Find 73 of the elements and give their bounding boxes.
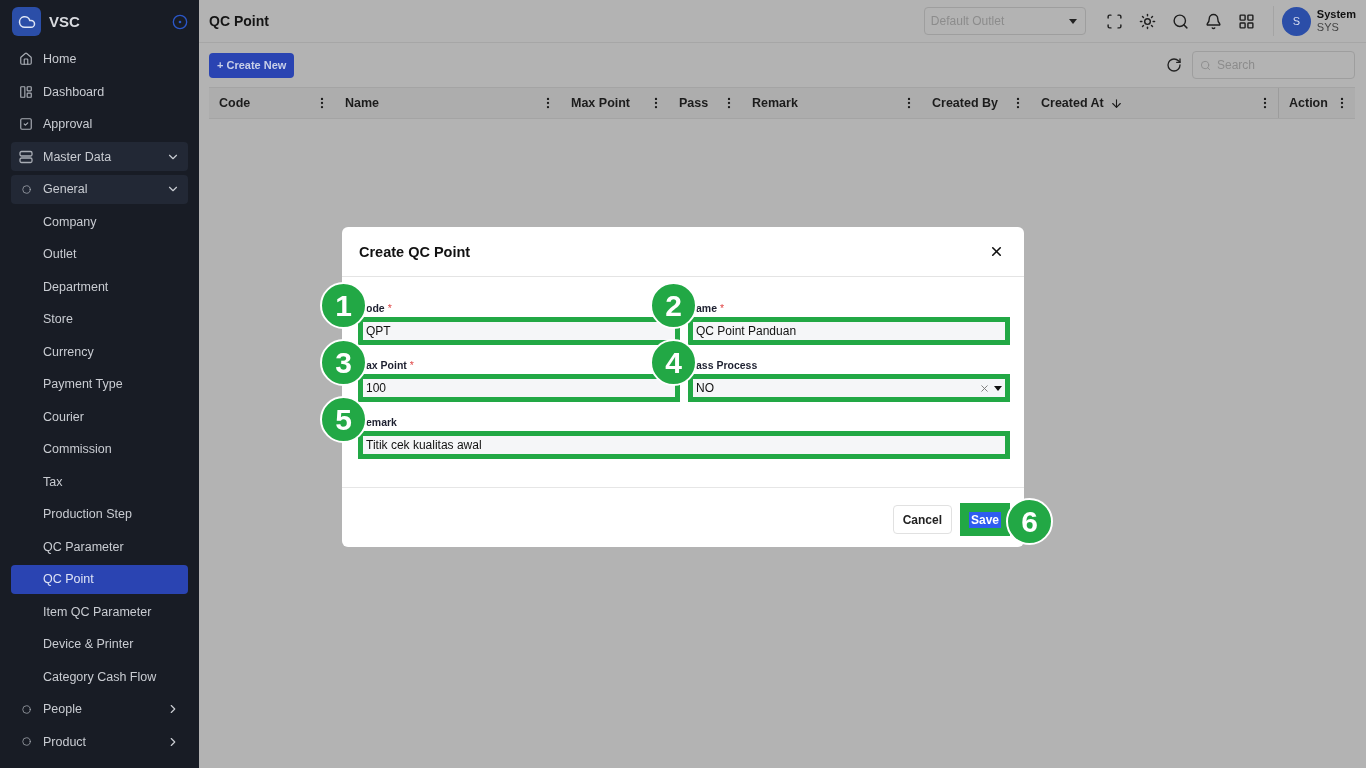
nav-item[interactable]: Dashboard xyxy=(11,77,188,107)
nav-item[interactable]: Commission xyxy=(11,434,188,464)
refresh-icon[interactable] xyxy=(1166,57,1182,73)
nav-item[interactable]: QC Parameter xyxy=(11,532,188,562)
server-icon xyxy=(19,149,33,164)
nav-item[interactable]: Payment Type xyxy=(11,369,188,399)
circle-icon xyxy=(21,704,31,714)
cancel-button[interactable]: Cancel xyxy=(892,505,952,534)
user-name: System xyxy=(1316,8,1356,21)
nav-item[interactable]: Device & Printer xyxy=(11,629,188,659)
sun-icon[interactable] xyxy=(1138,12,1156,30)
input-field[interactable]: 100 xyxy=(358,374,680,402)
dropdown-field[interactable]: NO xyxy=(688,374,1010,402)
user-avatar[interactable]: S xyxy=(1281,6,1311,36)
column-header[interactable]: Name xyxy=(345,96,535,110)
nav-group[interactable]: People xyxy=(11,694,188,724)
nav-item[interactable]: Category Cash Flow xyxy=(11,662,188,692)
page-title: QC Point xyxy=(209,13,270,29)
nav-icon xyxy=(19,52,33,67)
nav-group[interactable]: Product xyxy=(11,727,188,757)
column-header[interactable]: Created At xyxy=(1041,96,1252,110)
cloud-logo-icon xyxy=(12,7,41,36)
column-header[interactable]: Created By xyxy=(932,96,1005,110)
input-field[interactable]: Titik cek kualitas awal xyxy=(358,431,1010,459)
nav-item[interactable]: QC Point xyxy=(11,564,188,594)
save-button[interactable]: Save xyxy=(960,503,1010,536)
nav-item[interactable]: Home xyxy=(11,44,188,74)
column-header[interactable]: Code xyxy=(219,96,309,110)
close-icon[interactable] xyxy=(989,244,1004,259)
column-header[interactable]: Max Point xyxy=(571,96,643,110)
nav-item[interactable]: Tax xyxy=(11,467,188,497)
field-label: ax Point xyxy=(366,359,407,371)
nav-item[interactable]: Outlet xyxy=(11,239,188,269)
caret-icon xyxy=(994,385,1002,391)
dialog-title: Create QC Point xyxy=(359,243,471,260)
nav-item[interactable]: Company xyxy=(11,207,188,237)
nav-item[interactable]: Department xyxy=(11,272,188,302)
radio-icon[interactable] xyxy=(172,13,188,30)
field-label: emark xyxy=(366,416,397,428)
nav-item[interactable]: Currency xyxy=(11,337,188,367)
search-icon[interactable] xyxy=(1171,12,1189,30)
callout-number: 2 xyxy=(650,282,697,329)
nav-item[interactable]: Approval xyxy=(11,109,188,139)
nav-item[interactable]: Store xyxy=(11,304,188,334)
caret-icon xyxy=(1068,18,1077,24)
nav-icon xyxy=(19,117,33,132)
user-code: SYS xyxy=(1316,21,1340,34)
column-header[interactable]: Pass xyxy=(679,96,716,110)
input-field[interactable]: QC Point Panduan xyxy=(688,317,1010,345)
input-field[interactable]: QPT xyxy=(358,317,680,345)
brand-name: VSC xyxy=(49,13,81,30)
circle-icon xyxy=(21,737,31,747)
required-mark: * xyxy=(720,302,725,314)
bell-icon[interactable] xyxy=(1204,12,1222,30)
nav-group[interactable]: Master Data xyxy=(11,142,188,172)
column-header[interactable]: Remark xyxy=(752,96,896,110)
nav-group[interactable]: General xyxy=(11,174,188,204)
apps-grid-icon[interactable] xyxy=(1237,12,1255,30)
field-label: ass Process xyxy=(696,359,758,371)
nav-icon xyxy=(19,84,33,99)
clear-icon[interactable] xyxy=(979,382,990,394)
nav-item[interactable]: Production Step xyxy=(11,499,188,529)
field-label: ame xyxy=(696,302,717,314)
nav-item[interactable]: Item QC Parameter xyxy=(11,597,188,627)
circle-icon xyxy=(21,184,31,194)
column-header[interactable]: Action xyxy=(1289,96,1329,110)
field-label: ode xyxy=(366,302,385,314)
nav-item[interactable]: Courier xyxy=(11,402,188,432)
required-mark: * xyxy=(409,359,414,371)
create-new-button[interactable]: + Create New xyxy=(209,52,295,78)
fullscreen-icon[interactable] xyxy=(1105,12,1123,30)
search-icon xyxy=(1200,59,1211,71)
required-mark: * xyxy=(387,302,392,314)
